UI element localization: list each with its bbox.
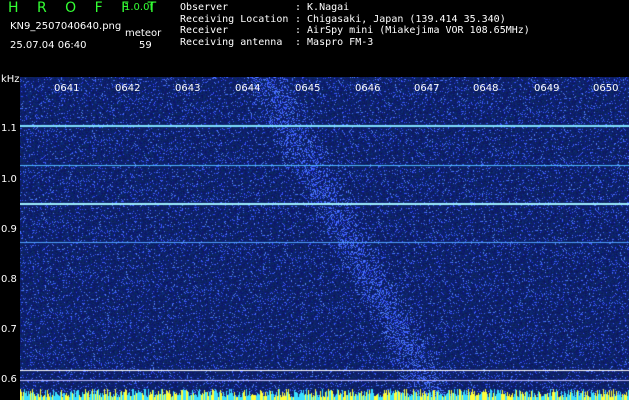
y-tick-label: 0.9	[1, 224, 17, 235]
x-tick-label: 0649	[534, 83, 560, 94]
station-info: Observer: K.Nagai Receiving Location: Ch…	[180, 2, 530, 48]
x-tick-label: 0648	[473, 83, 499, 94]
spectrogram-plot[interactable]	[20, 77, 629, 400]
info-row-observer: Observer: K.Nagai	[180, 2, 350, 13]
version-label: 1.0.0f	[124, 2, 153, 13]
info-row-antenna: Receiving antenna: Maspro FM-3	[180, 36, 374, 48]
timestamp-label: 25.07.04 06:40	[10, 40, 87, 51]
x-tick-label: 0647	[414, 83, 440, 94]
info-row-receiver: Receiver: AirSpy mini (Miakejima VOR 108…	[180, 25, 530, 36]
y-tick-label: 1.0	[1, 174, 17, 185]
y-tick-label: 0.8	[1, 274, 17, 285]
x-tick-label: 0641	[54, 83, 80, 94]
spectrogram-canvas	[20, 77, 629, 400]
header-panel: H R O F F T 1.0.0f KN9_2507040640.png me…	[0, 0, 629, 75]
x-tick-label: 0645	[295, 83, 321, 94]
x-tick-label: 0642	[115, 83, 141, 94]
y-tick-label: 0.7	[1, 324, 17, 335]
x-tick-label: 0643	[175, 83, 201, 94]
x-tick-label: 0650	[593, 83, 619, 94]
filename-label: KN9_2507040640.png	[10, 21, 122, 32]
x-tick-label: 0644	[235, 83, 261, 94]
meteor-count: 59	[139, 40, 152, 51]
info-row-location: Receiving Location: Chigasaki, Japan (13…	[180, 13, 506, 25]
x-tick-label: 0646	[355, 83, 381, 94]
y-tick-label: 0.6	[1, 374, 17, 385]
y-axis-unit: kHz	[1, 74, 20, 85]
meteor-label: meteor	[125, 28, 162, 39]
y-tick-label: 1.1	[1, 123, 17, 134]
